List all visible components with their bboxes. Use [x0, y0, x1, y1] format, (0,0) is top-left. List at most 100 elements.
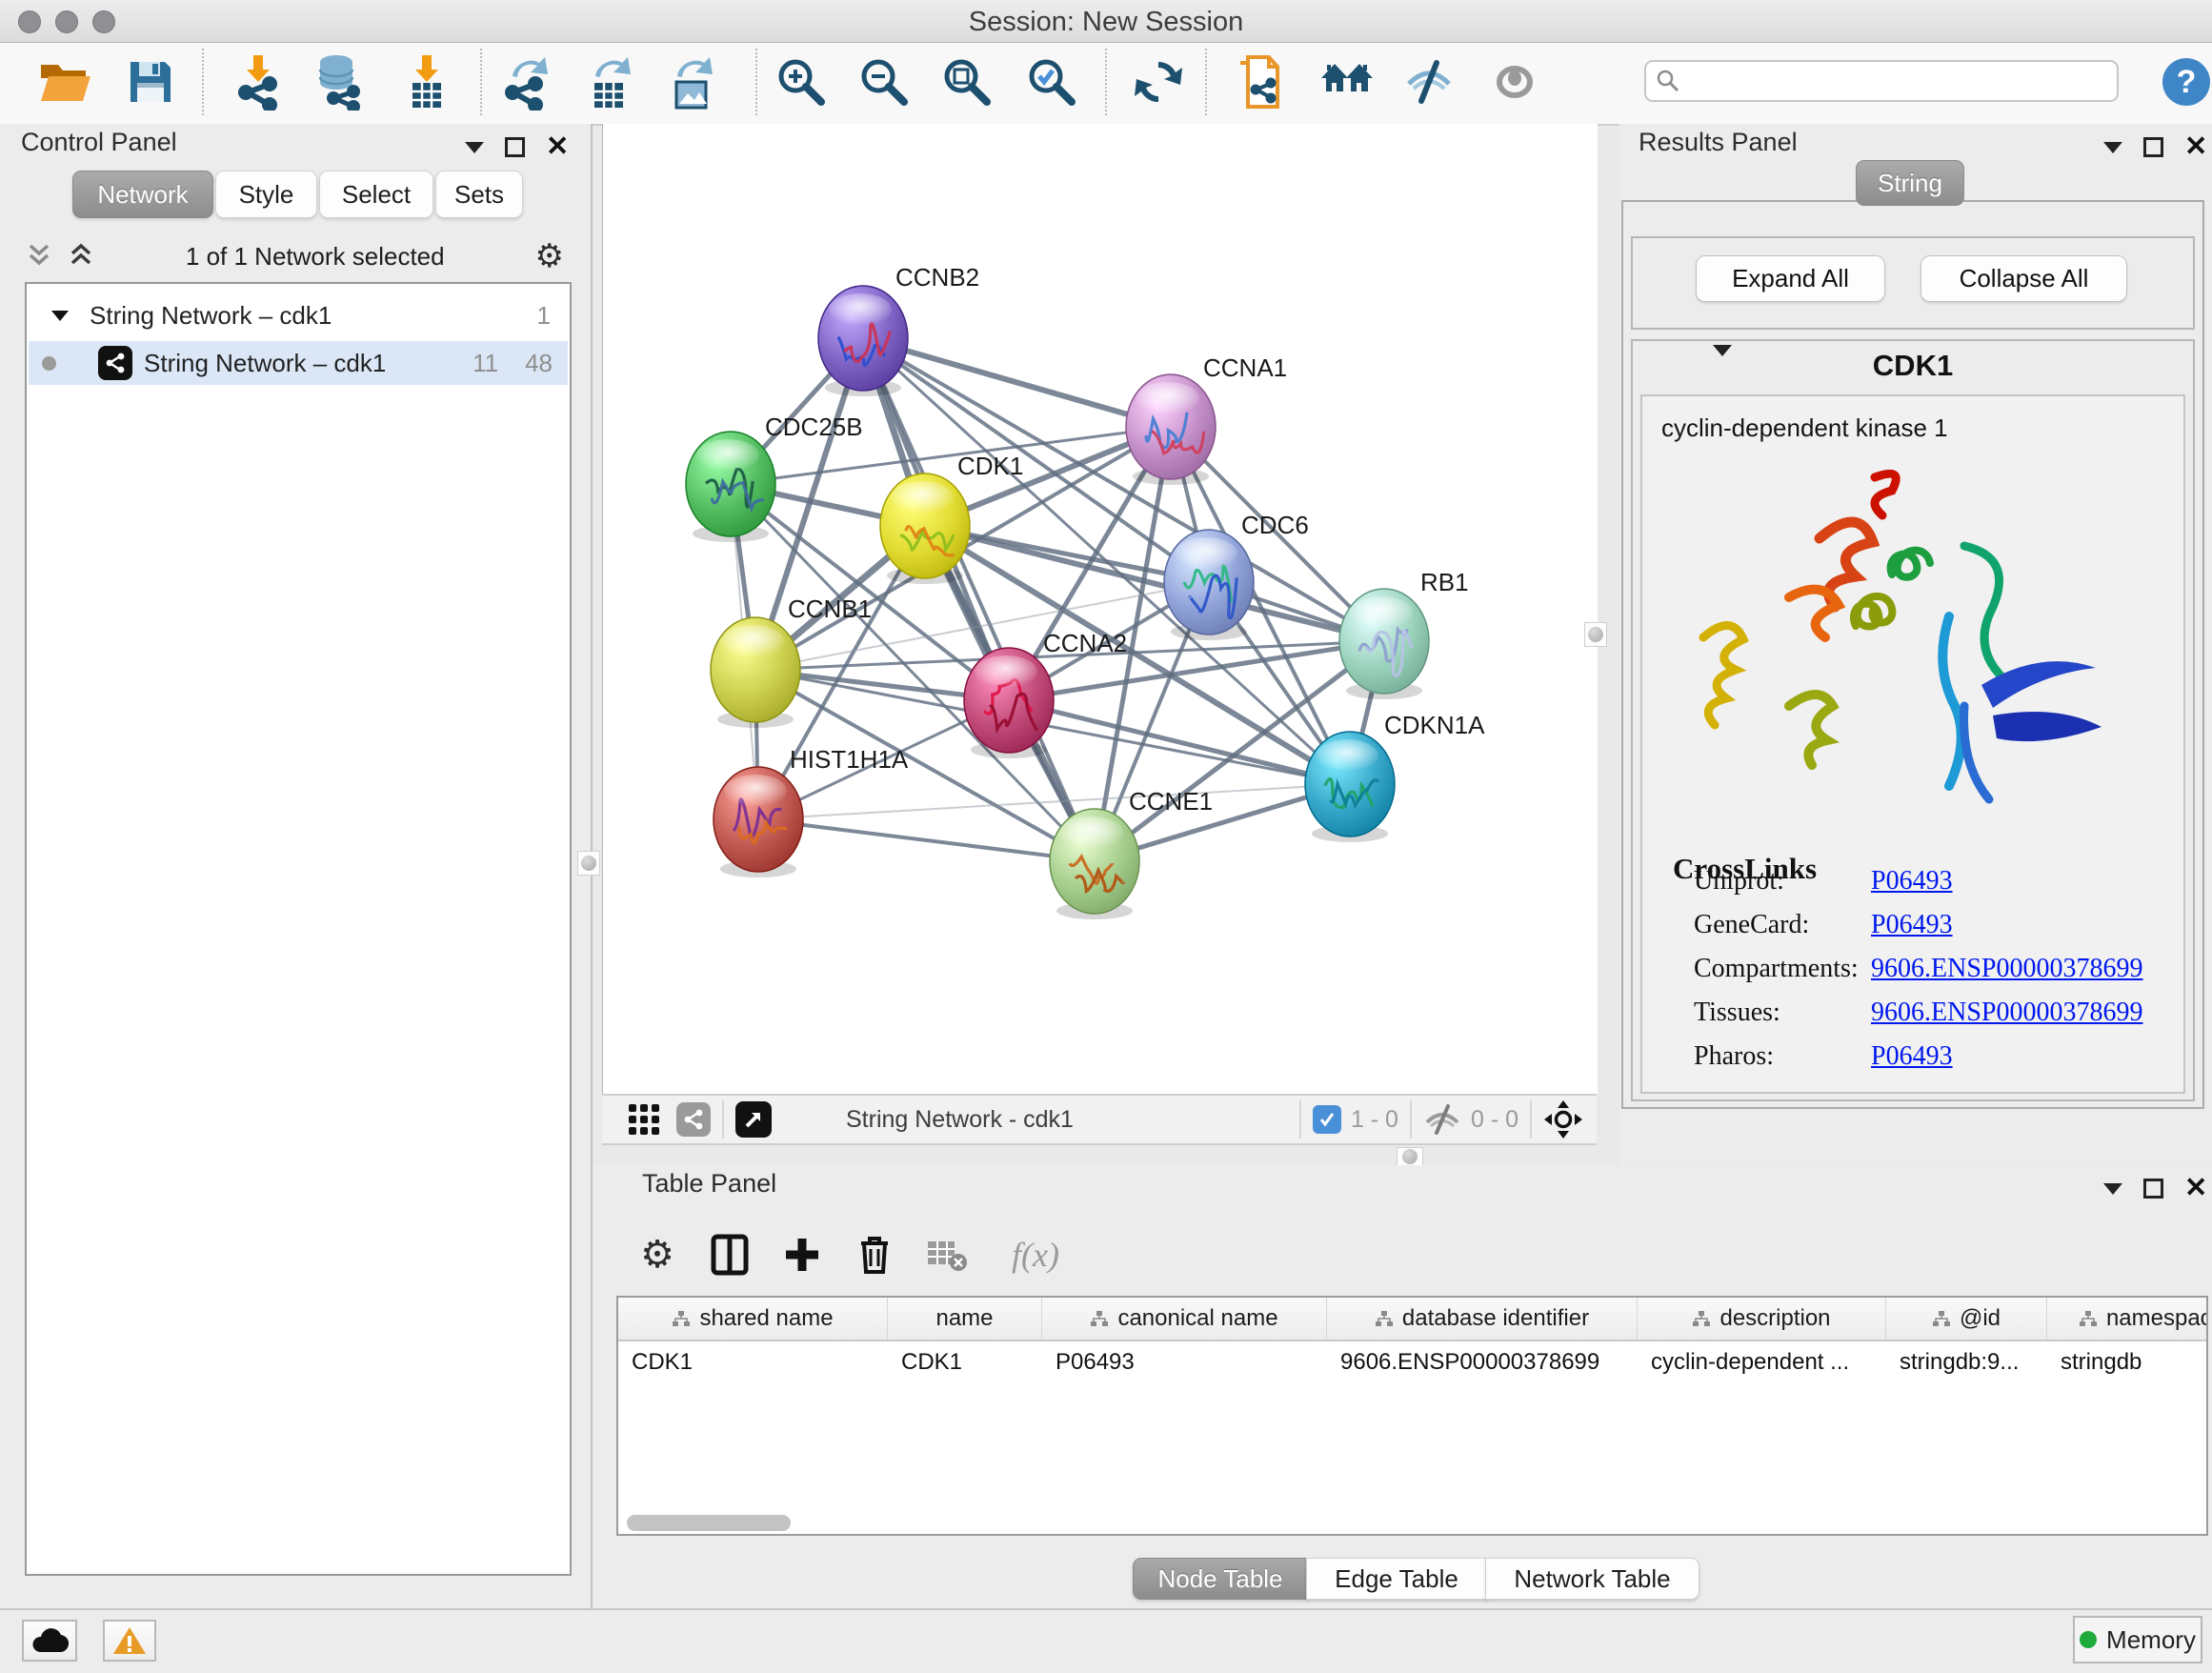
tab-edge-table[interactable]: Edge Table: [1306, 1558, 1487, 1600]
zoom-selected-button[interactable]: [1021, 50, 1082, 113]
zoom-fit-button[interactable]: [936, 50, 997, 113]
table-cell[interactable]: 9606.ENSP00000378699: [1327, 1341, 1638, 1383]
network-collection-row[interactable]: String Network – cdk1 1: [29, 293, 568, 337]
table-cell[interactable]: stringdb:9...: [1886, 1341, 2047, 1383]
column-header-shared-name[interactable]: shared name: [618, 1298, 888, 1340]
panel-menu-icon[interactable]: [2103, 142, 2122, 153]
string-network-icon: [98, 346, 132, 380]
zoom-out-button[interactable]: [854, 50, 915, 113]
export-image-button[interactable]: [661, 50, 722, 113]
edge-CCNB2-CCNA1[interactable]: [863, 338, 1171, 427]
node-CCNB1[interactable]: [711, 617, 800, 728]
tab-node-table[interactable]: Node Table: [1133, 1558, 1308, 1600]
share-file-button[interactable]: [1229, 50, 1290, 113]
horizontal-scrollbar-thumb[interactable]: [627, 1515, 791, 1531]
create-column-button[interactable]: [775, 1228, 829, 1281]
hide-panel-button[interactable]: [1398, 50, 1459, 113]
crosslink-link[interactable]: 9606.ENSP00000378699: [1871, 954, 2142, 984]
column-header--id[interactable]: @id: [1886, 1298, 2047, 1340]
import-network-from-database-button[interactable]: [309, 50, 370, 113]
table-cell[interactable]: P06493: [1042, 1341, 1327, 1383]
expand-all-button[interactable]: Expand All: [1696, 255, 1885, 302]
save-session-button[interactable]: [120, 50, 181, 113]
node-RB1[interactable]: [1339, 589, 1429, 699]
tab-network[interactable]: Network: [72, 171, 213, 218]
show-panel-button[interactable]: [1484, 50, 1545, 113]
network-options-gear-icon[interactable]: ⚙: [535, 240, 564, 272]
cloud-status-button[interactable]: [22, 1620, 77, 1662]
close-panel-icon[interactable]: ✕: [2184, 133, 2207, 161]
network-row-selected[interactable]: String Network – cdk1 11 48: [29, 341, 568, 385]
table-options-gear-button[interactable]: ⚙: [631, 1228, 684, 1281]
collapse-all-icon[interactable]: [25, 242, 53, 271]
grid-view-icon[interactable]: [627, 1102, 661, 1137]
vertical-splitter-handle[interactable]: [577, 851, 600, 876]
selected-items-checkbox-icon[interactable]: [1313, 1105, 1341, 1134]
table-row[interactable]: CDK1CDK1P064939606.ENSP00000378699cyclin…: [618, 1341, 2206, 1383]
edge-CCNB2-CCNE1[interactable]: [863, 338, 1095, 861]
function-builder-button[interactable]: f(x): [993, 1228, 1078, 1281]
table-cell[interactable]: cyclin-dependent ...: [1638, 1341, 1886, 1383]
tree-expander-icon[interactable]: [51, 311, 69, 321]
node-CCNE1[interactable]: [1050, 809, 1139, 919]
open-session-button[interactable]: [34, 50, 95, 113]
close-panel-icon[interactable]: ✕: [2184, 1175, 2207, 1202]
refresh-button[interactable]: [1128, 50, 1189, 113]
export-network-button[interactable]: [496, 50, 557, 113]
crosslink-link[interactable]: P06493: [1871, 1041, 1953, 1072]
column-header-namespace[interactable]: namespace: [2047, 1298, 2208, 1340]
home-button[interactable]: [1317, 50, 1377, 113]
crosslink-link[interactable]: 9606.ENSP00000378699: [1871, 998, 2142, 1028]
fit-content-crosshair-icon[interactable]: [1543, 1099, 1583, 1139]
warnings-button[interactable]: [103, 1620, 156, 1662]
float-panel-icon[interactable]: [2143, 1179, 2163, 1199]
tab-style[interactable]: Style: [215, 171, 317, 218]
float-panel-icon[interactable]: [2143, 137, 2163, 157]
horizontal-splitter-handle[interactable]: [1397, 1147, 1423, 1166]
crosslink-row: Compartments:9606.ENSP00000378699: [1694, 947, 2189, 991]
show-columns-button[interactable]: [703, 1228, 756, 1281]
birds-eye-view-icon[interactable]: [735, 1101, 772, 1138]
expand-all-icon[interactable]: [67, 242, 95, 271]
network-view-canvas[interactable]: CCNB2CCNA1CDC25BCDK1CDC6RB1CCNB1CCNA2CDK…: [602, 124, 1598, 1094]
import-network-from-file-button[interactable]: [228, 50, 289, 113]
export-table-button[interactable]: [579, 50, 640, 113]
column-header-name[interactable]: name: [888, 1298, 1042, 1340]
memory-button[interactable]: Memory: [2073, 1616, 2202, 1663]
delete-table-button[interactable]: [920, 1228, 974, 1281]
import-table-from-file-button[interactable]: [396, 50, 457, 113]
collapse-all-button[interactable]: Collapse All: [1920, 255, 2127, 302]
float-panel-icon[interactable]: [505, 137, 525, 157]
delete-column-button[interactable]: [848, 1228, 901, 1281]
table-cell[interactable]: CDK1: [618, 1341, 888, 1383]
search-input[interactable]: [1644, 60, 2119, 102]
vertical-splitter-handle[interactable]: [1584, 622, 1607, 647]
node-CCNB2[interactable]: [818, 286, 908, 396]
column-header-canonical-name[interactable]: canonical name: [1042, 1298, 1327, 1340]
node-CDKN1A[interactable]: [1305, 732, 1395, 842]
table-cell[interactable]: CDK1: [888, 1341, 1042, 1383]
edge-HIST1H1A-CCNE1[interactable]: [758, 819, 1095, 861]
help-glyph: ?: [2177, 64, 2197, 101]
column-header-database-identifier[interactable]: database identifier: [1327, 1298, 1638, 1340]
tab-sets[interactable]: Sets: [435, 171, 523, 218]
zoom-in-button[interactable]: [771, 50, 832, 113]
tab-select[interactable]: Select: [319, 171, 433, 218]
network-graph[interactable]: CCNB2CCNA1CDC25BCDK1CDC6RB1CCNB1CCNA2CDK…: [603, 124, 1598, 1094]
table-cell[interactable]: stringdb: [2047, 1341, 2208, 1383]
node-CDC6[interactable]: [1164, 530, 1254, 640]
node-HIST1H1A[interactable]: [714, 767, 803, 877]
node-CCNA1[interactable]: [1126, 374, 1216, 485]
close-panel-icon[interactable]: ✕: [546, 133, 569, 161]
tab-string[interactable]: String: [1856, 160, 1964, 206]
help-button[interactable]: ?: [2162, 58, 2210, 106]
crosslink-link[interactable]: P06493: [1871, 866, 1953, 897]
node-CDC25B[interactable]: [686, 432, 775, 542]
network-share-icon[interactable]: [676, 1102, 711, 1137]
column-header-description[interactable]: description: [1638, 1298, 1886, 1340]
tab-network-table[interactable]: Network Table: [1485, 1558, 1699, 1600]
crosslink-row: GeneCard:P06493: [1694, 903, 2189, 947]
crosslink-link[interactable]: P06493: [1871, 910, 1953, 940]
panel-menu-icon[interactable]: [2103, 1183, 2122, 1195]
panel-menu-icon[interactable]: [465, 142, 484, 153]
